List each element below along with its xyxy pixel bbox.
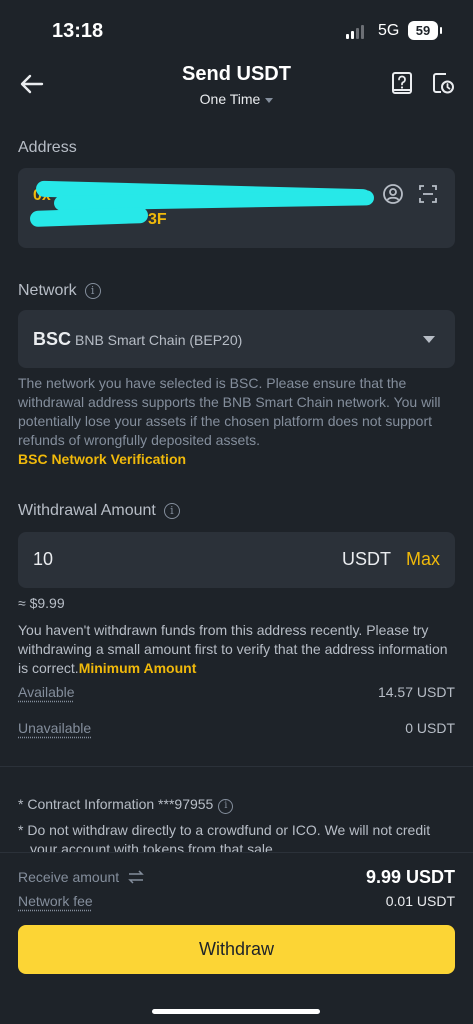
network-verification-link[interactable]: BSC Network Verification: [18, 451, 186, 467]
status-time: 13:18: [52, 20, 104, 42]
chevron-down-icon: [265, 97, 274, 103]
status-bar: 13:18 5G 59: [0, 0, 473, 60]
fiat-approx: ≈ $9.99: [18, 595, 65, 611]
withdraw-mode-label: One Time: [199, 91, 261, 107]
receive-amount-value: 9.99 USDT: [365, 867, 455, 887]
network-fee-label[interactable]: Network fee: [18, 893, 93, 909]
network-label-text: Network: [18, 282, 77, 299]
history-icon[interactable]: [430, 70, 456, 96]
amount-value: 10: [33, 549, 54, 569]
receive-amount-label-text: Receive amount: [18, 869, 120, 885]
scan-qr-icon[interactable]: [417, 183, 439, 205]
address-input[interactable]: 0x 3F: [18, 168, 455, 248]
info-icon[interactable]: i: [218, 799, 234, 814]
network-notice: The network you have selected is BSC. Pl…: [18, 375, 441, 448]
unavailable-value: 0 USDT: [405, 720, 455, 736]
unavailable-label[interactable]: Unavailable: [18, 720, 91, 736]
home-indicator: [152, 1009, 320, 1014]
available-value: 14.57 USDT: [377, 684, 455, 700]
address-book-icon[interactable]: [382, 183, 404, 205]
withdrawal-amount-label: Withdrawal Amount i: [18, 502, 180, 520]
minimum-amount-link[interactable]: Minimum Amount: [79, 660, 197, 676]
contract-info-text: * Contract Information ***97955: [18, 796, 214, 812]
max-button[interactable]: Max: [406, 549, 440, 570]
signal-icon: [346, 25, 364, 39]
help-book-icon[interactable]: [389, 70, 415, 96]
available-label[interactable]: Available: [18, 684, 75, 700]
network-name: BNB Smart Chain (BEP20): [75, 332, 243, 348]
withdraw-button[interactable]: Withdraw: [18, 925, 455, 974]
battery-icon: 59: [408, 21, 442, 40]
bottom-panel: Receive amount 9.99 USDT Network fee 0.0…: [0, 852, 473, 1024]
info-icon[interactable]: i: [84, 283, 101, 299]
network-code: BSC: [33, 329, 72, 349]
network-label: Network i: [18, 282, 101, 300]
swap-arrows-icon[interactable]: [127, 870, 145, 884]
network-fee-value: 0.01 USDT: [385, 893, 455, 909]
withdrawal-amount-label-text: Withdrawal Amount: [18, 502, 156, 519]
page-header: Send USDT One Time: [0, 60, 473, 120]
withdraw-warning: You haven't withdrawn funds from this ad…: [18, 621, 455, 678]
info-icon[interactable]: i: [163, 503, 180, 519]
network-type: 5G: [378, 22, 400, 39]
amount-unit: USDT: [342, 549, 391, 569]
contract-info: * Contract Information ***97955 i: [18, 796, 234, 814]
amount-input[interactable]: 10 USDT Max: [18, 532, 455, 588]
divider: [0, 766, 473, 767]
network-select[interactable]: BSC BNB Smart Chain (BEP20): [18, 310, 455, 368]
address-label: Address: [18, 139, 77, 156]
receive-amount-label: Receive amount: [18, 869, 145, 885]
dropdown-arrow-icon: [423, 336, 435, 343]
